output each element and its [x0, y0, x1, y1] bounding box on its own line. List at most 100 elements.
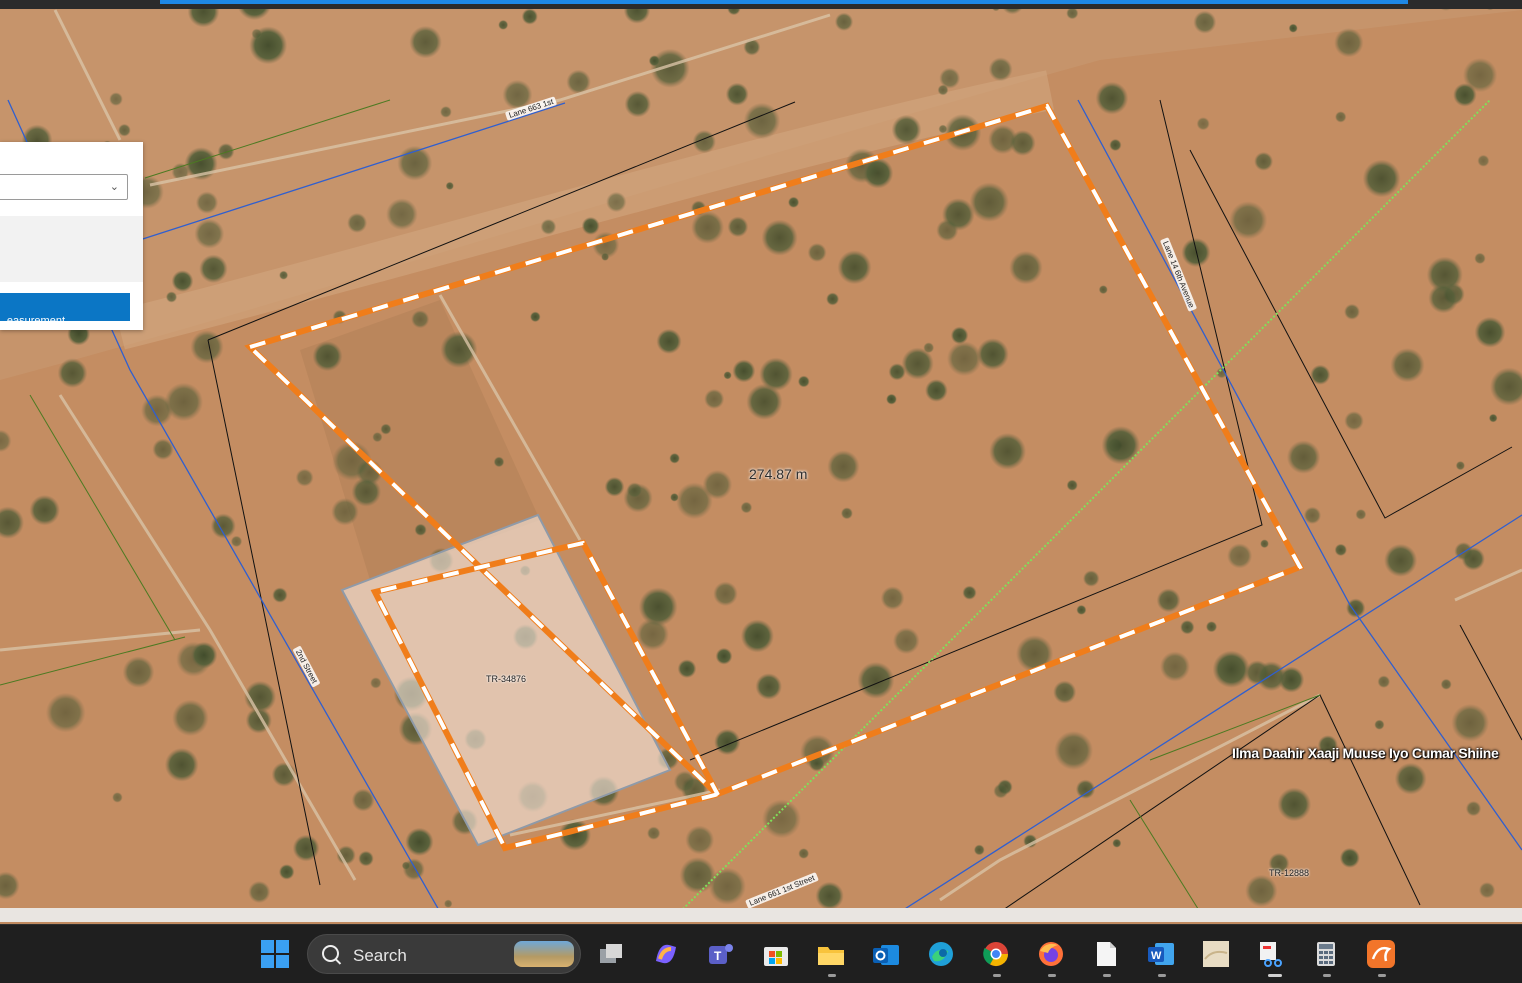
bush [1260, 539, 1269, 549]
loading-progress-bar [160, 0, 1408, 4]
chevron-down-icon[interactable]: ⌄ [110, 180, 119, 193]
map-view[interactable]: 274.87 m Ilma Daahir Xaaji Muuse Iyo Cum… [0, 0, 1522, 912]
bush [1082, 570, 1100, 587]
notepad-icon[interactable] [1091, 939, 1121, 969]
bush [1453, 83, 1477, 107]
calculator-icon[interactable] [1311, 939, 1341, 969]
bush [498, 19, 509, 30]
bush [1384, 543, 1418, 578]
bush [1355, 509, 1367, 520]
bush [171, 270, 194, 292]
bush [493, 456, 505, 468]
bush [969, 182, 1009, 222]
bush [988, 57, 1013, 82]
bush [372, 432, 383, 443]
bush [708, 867, 746, 905]
bush [976, 338, 1009, 371]
bush [248, 880, 271, 904]
teams-icon[interactable]: T [706, 939, 736, 969]
snipping-tool-icon[interactable] [1256, 939, 1286, 969]
word-icon[interactable]: W [1146, 939, 1176, 969]
map-attribution-strip [0, 908, 1522, 922]
bush [414, 523, 427, 536]
microsoft-store-icon[interactable] [761, 939, 791, 969]
bush [857, 661, 895, 699]
bush [880, 586, 905, 610]
running-indicator [1378, 974, 1386, 977]
outlook-icon[interactable] [871, 939, 901, 969]
bush [530, 311, 541, 323]
bush [923, 342, 935, 354]
bush [1303, 506, 1322, 525]
task-view-icon[interactable] [596, 939, 626, 969]
bush [122, 656, 155, 688]
bush [581, 216, 600, 235]
bush [1344, 303, 1360, 320]
bush [762, 799, 801, 839]
bush [1465, 800, 1482, 817]
bush [840, 507, 853, 520]
copilot-icon[interactable] [651, 939, 681, 969]
bush [1256, 661, 1287, 692]
browser-top-bar [0, 0, 1522, 9]
bush [837, 250, 872, 285]
bush [199, 254, 228, 284]
bush [723, 371, 732, 380]
chrome-icon[interactable] [981, 939, 1011, 969]
bush [1245, 874, 1278, 908]
bush [691, 210, 725, 244]
place-name-label: Ilma Daahir Xaaji Muuse Iyo Cumar Shiine [1232, 745, 1499, 761]
bush [727, 216, 749, 238]
bush [1428, 283, 1459, 314]
bush [1101, 425, 1141, 465]
new-measurement-button[interactable]: easurement [0, 293, 130, 321]
bush [702, 469, 733, 500]
windows-start-icon[interactable] [260, 939, 290, 969]
bush [892, 627, 920, 655]
running-indicator [828, 974, 836, 977]
bush [1196, 117, 1210, 131]
bush [45, 692, 86, 733]
orange-app-icon[interactable] [1366, 939, 1396, 969]
edge-icon[interactable] [926, 939, 956, 969]
file-explorer-icon[interactable] [816, 939, 846, 969]
bush [1451, 703, 1490, 742]
bush [626, 482, 643, 499]
bush [112, 792, 123, 803]
bush [606, 191, 627, 213]
bush [370, 677, 382, 689]
bush [1227, 543, 1253, 569]
map-app-icon[interactable] [1201, 939, 1231, 969]
unit-dropdown[interactable]: ⌄ [0, 174, 128, 200]
svg-text:T: T [714, 949, 722, 963]
bush [251, 28, 262, 40]
bush [993, 783, 1009, 799]
search-placeholder: Search [353, 946, 407, 965]
bush [29, 494, 60, 526]
bush [1288, 23, 1298, 33]
taskbar-search[interactable]: Search [307, 934, 581, 974]
bush [685, 825, 715, 855]
bush [109, 92, 123, 106]
bush [165, 291, 178, 303]
bush [521, 8, 538, 25]
bush [1076, 604, 1087, 615]
bush [886, 393, 897, 405]
bush [190, 641, 218, 669]
bush [761, 219, 798, 256]
bush [141, 394, 174, 427]
bush [989, 432, 1027, 470]
bush [1054, 731, 1094, 770]
measurement-panel: ⌄ easurement [0, 142, 143, 330]
bush [1193, 10, 1217, 34]
active-indicator [1268, 974, 1282, 977]
bush [1335, 111, 1347, 123]
bush [1339, 847, 1360, 869]
firefox-icon[interactable] [1036, 939, 1066, 969]
bush [677, 659, 697, 679]
bush [1181, 237, 1211, 268]
bush [230, 535, 243, 548]
map-canvas[interactable] [0, 0, 1522, 912]
bush [358, 850, 374, 867]
bush [1394, 762, 1427, 795]
